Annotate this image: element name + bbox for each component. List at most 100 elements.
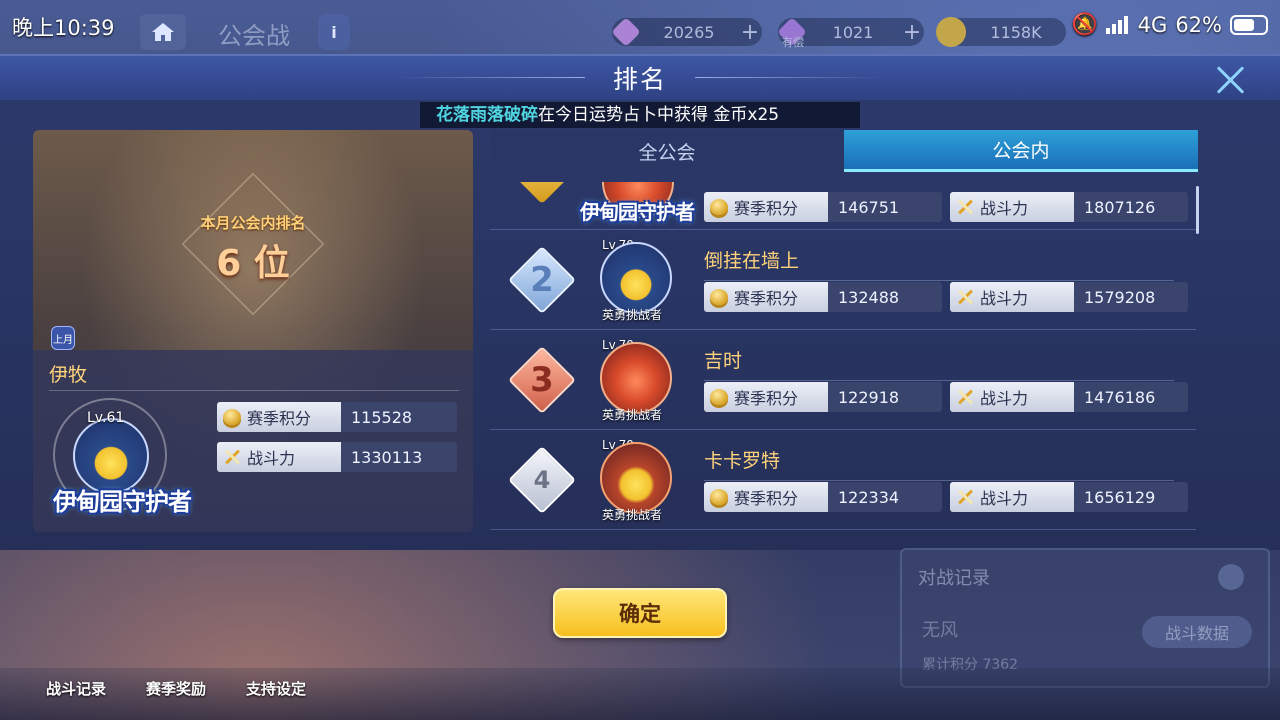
avatar[interactable] <box>600 442 672 514</box>
stat-label: 战斗力 <box>980 289 1029 308</box>
player-name: 倒挂在墙上 <box>704 250 800 272</box>
title-badge: 伊甸园守护者 <box>580 200 695 224</box>
list-item[interactable]: 3 Lv.70 英勇挑战者 吉时 赛季积分 122918 战斗力 1476186 <box>490 332 1196 430</box>
season-points-stat: 赛季积分 146751 <box>704 192 942 222</box>
power-stat: 战斗力 1330113 <box>217 442 457 472</box>
stat-value: 146751 <box>828 192 942 222</box>
marquee-text: 在今日运势占卜中获得 金币x25 <box>538 105 780 125</box>
player-name: 吉时 <box>704 350 743 372</box>
home-button[interactable] <box>140 14 186 50</box>
divider <box>704 480 1174 481</box>
close-icon[interactable] <box>1214 64 1246 96</box>
rank-number: 3 <box>530 360 554 400</box>
currency-paid-gems[interactable]: 1021 + 有偿 <box>777 17 924 49</box>
stat-value: 132488 <box>828 282 942 312</box>
paid-tag: 有偿 <box>782 36 804 49</box>
nav-battle-record[interactable]: 战斗记录 <box>46 678 106 699</box>
coin-icon <box>710 199 728 215</box>
season-points-stat: 赛季积分 122918 <box>704 382 942 412</box>
period-badge: 上月 <box>51 326 75 350</box>
power-stat: 战斗力 1579208 <box>950 282 1188 312</box>
power-stat: 战斗力 1807126 <box>950 192 1188 222</box>
info-button[interactable]: i <box>318 14 350 50</box>
currency-value: 1021 <box>832 22 874 42</box>
sword-icon <box>956 488 974 506</box>
title-badge: 英勇挑战者 <box>602 508 663 522</box>
collapse-icon[interactable] <box>1218 564 1244 590</box>
title-badge: 英勇挑战者 <box>602 308 663 322</box>
bottom-nav: 战斗记录 赛季奖励 支持设定 <box>0 668 1280 720</box>
rank-silver-icon: 2 <box>508 246 576 314</box>
tab-in-guild[interactable]: 公会内 <box>844 130 1198 172</box>
home-icon <box>152 23 174 41</box>
plus-icon[interactable]: + <box>738 20 762 45</box>
screen-title: 公会战 <box>218 22 290 50</box>
announcement-marquee: 花落雨落破碎在今日运势占卜中获得 金币x25 <box>420 102 860 128</box>
ranking-list[interactable]: 1 伊甸园守护者 赛季积分 146751 战斗力 1807126 2 Lv.70… <box>490 182 1198 532</box>
rank-plain-icon: 4 <box>508 446 576 514</box>
coin-icon <box>710 289 728 305</box>
battle-log-panel: 对战记录 无风 战斗数据 累计积分 7362 <box>900 548 1270 688</box>
stat-value: 122334 <box>828 482 942 512</box>
gold-coin-icon <box>936 17 966 47</box>
nav-season-rewards[interactable]: 赛季奖励 <box>146 678 206 699</box>
stat-label: 战斗力 <box>247 449 296 468</box>
stat-value: 115528 <box>341 402 457 432</box>
rank-number: 2 <box>530 260 554 300</box>
stat-value: 1476186 <box>1074 382 1188 412</box>
divider <box>704 380 1174 381</box>
sword-icon <box>956 198 974 216</box>
stat-label: 战斗力 <box>980 489 1029 508</box>
stat-label: 赛季积分 <box>734 289 799 308</box>
stat-value: 1579208 <box>1074 282 1188 312</box>
modal-title: 排名 <box>612 65 667 94</box>
ranking-tabs: 全公会 公会内 <box>490 130 1198 172</box>
list-item[interactable]: 2 Lv.70 英勇挑战者 倒挂在墙上 赛季积分 132488 战斗力 1579… <box>490 232 1196 330</box>
stat-value: 122918 <box>828 382 942 412</box>
power-stat: 战斗力 1476186 <box>950 382 1188 412</box>
title-badge: 英勇挑战者 <box>602 408 663 422</box>
coin-icon <box>710 389 728 405</box>
battle-data-button[interactable]: 战斗数据 <box>1142 616 1252 648</box>
status-time: 晚上10:39 <box>12 16 115 40</box>
currency-value: 1158K <box>990 22 1042 42</box>
divider <box>49 390 459 391</box>
battery-percent: 62% <box>1175 12 1222 37</box>
confirm-button[interactable]: 确定 <box>553 588 727 638</box>
nav-support-settings[interactable]: 支持设定 <box>246 678 306 699</box>
player-card: 伊牧 Lv.61 伊甸园守护者 赛季积分 115528 战斗力 1330113 <box>33 350 473 532</box>
sword-icon <box>956 388 974 406</box>
list-scrollbar[interactable] <box>1196 186 1199 234</box>
coin-icon <box>710 489 728 505</box>
currency-gems[interactable]: 20265 + <box>611 17 762 47</box>
title-badge: 伊甸园守护者 <box>53 488 192 516</box>
tab-all-guilds[interactable]: 全公会 <box>490 130 844 172</box>
stat-label: 战斗力 <box>980 389 1029 408</box>
season-points-stat: 赛季积分 132488 <box>704 282 942 312</box>
rank-number: 4 <box>533 466 551 494</box>
currency-value: 20265 <box>663 22 715 42</box>
stat-value: 1807126 <box>1074 192 1188 222</box>
list-item[interactable]: 1 伊甸园守护者 赛季积分 146751 战斗力 1807126 <box>490 182 1196 230</box>
currency-gold[interactable]: 1158K <box>936 17 1066 47</box>
system-status: 🔕 4G 62% <box>1072 12 1268 37</box>
coin-icon <box>223 409 241 425</box>
header-decoration <box>395 77 585 78</box>
stat-label: 赛季积分 <box>734 489 799 508</box>
sword-icon <box>223 448 241 466</box>
rank-gold-icon: 1 <box>508 182 576 204</box>
list-item[interactable]: 4 Lv.70 英勇挑战者 卡卡罗特 赛季积分 122334 战斗力 16561… <box>490 432 1196 530</box>
divider <box>704 280 1174 281</box>
purple-gem-icon <box>611 17 641 47</box>
avatar[interactable] <box>600 242 672 314</box>
ranking-modal: 排名 花落雨落破碎在今日运势占卜中获得 金币x25 本月公会内排名 6 位 上月… <box>0 54 1280 550</box>
stat-value: 1656129 <box>1074 482 1188 512</box>
plus-icon[interactable]: + <box>900 20 924 45</box>
avatar[interactable] <box>600 342 672 414</box>
battery-icon <box>1230 14 1268 35</box>
header-decoration <box>695 77 885 78</box>
season-points-stat: 赛季积分 115528 <box>217 402 457 432</box>
mute-icon: 🔕 <box>1071 12 1098 36</box>
stat-label: 赛季积分 <box>734 199 799 218</box>
rank-bronze-icon: 3 <box>508 346 576 414</box>
